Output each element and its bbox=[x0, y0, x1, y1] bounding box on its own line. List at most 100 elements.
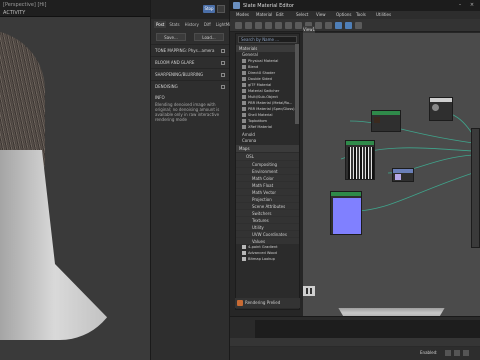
render-settings-panel: Stop Post Stats History Diff LightMix Sa… bbox=[150, 0, 233, 360]
save-button[interactable]: Save... bbox=[156, 33, 186, 41]
normal-map-node[interactable] bbox=[330, 191, 362, 235]
bottom-bar: Enabled: bbox=[230, 347, 480, 360]
checkbox-icon[interactable] bbox=[221, 73, 225, 77]
checkbox-icon[interactable] bbox=[221, 61, 225, 65]
map-group[interactable]: Math Float bbox=[236, 181, 299, 188]
section-denoising[interactable]: DENOISING bbox=[151, 80, 229, 92]
node-view[interactable] bbox=[303, 33, 480, 323]
viewport-3d[interactable]: [Perspective] [Hi] ACTIVITY bbox=[0, 0, 150, 360]
slate-material-editor: Slate Material Editor – × Modes Material… bbox=[230, 0, 480, 360]
status-row: Rendering Prelied bbox=[235, 298, 300, 308]
map-group[interactable]: Math Vector bbox=[236, 188, 299, 195]
category-corona[interactable]: Corona bbox=[236, 138, 299, 144]
timeline-track[interactable] bbox=[255, 320, 480, 338]
material-id-icon[interactable] bbox=[335, 21, 342, 29]
map-group[interactable]: Switchers bbox=[236, 209, 299, 216]
stop-button[interactable]: Stop bbox=[203, 5, 215, 13]
section-bloom-glare[interactable]: BLOOM AND GLARE bbox=[151, 56, 229, 68]
menu-view[interactable]: View bbox=[316, 11, 336, 19]
select-icon[interactable] bbox=[235, 21, 242, 29]
timeline-area: Enabled: bbox=[230, 316, 480, 360]
timeline-scale[interactable] bbox=[230, 338, 480, 346]
layout-children-icon[interactable] bbox=[325, 21, 332, 29]
render-panel-header: Stop bbox=[151, 0, 229, 19]
delete-icon[interactable] bbox=[265, 21, 272, 29]
map-group[interactable]: Projection bbox=[236, 195, 299, 202]
node-header bbox=[430, 98, 452, 102]
material-browser: Search by Name ... Materials General Phy… bbox=[235, 33, 300, 310]
map-group[interactable]: Utility bbox=[236, 223, 299, 230]
list-item[interactable]: Bitmap Lookup bbox=[236, 256, 299, 262]
menu-modes[interactable]: Modes bbox=[236, 11, 256, 19]
menu-edit[interactable]: Edit bbox=[276, 11, 296, 19]
slate-toolbar bbox=[230, 19, 480, 32]
material-node[interactable] bbox=[429, 97, 453, 121]
tab-post[interactable]: Post bbox=[154, 21, 167, 28]
map-group[interactable]: Math Color bbox=[236, 174, 299, 181]
map-group[interactable]: Environment bbox=[236, 167, 299, 174]
map-group[interactable]: Compositing bbox=[236, 160, 299, 167]
tab-diff[interactable]: Diff bbox=[202, 21, 213, 28]
checkbox-icon[interactable] bbox=[221, 85, 225, 89]
browser-scrollbar[interactable] bbox=[295, 44, 299, 124]
normal-map-preview bbox=[333, 198, 361, 234]
pause-button[interactable] bbox=[303, 286, 315, 296]
map-group[interactable]: Scene Attributes bbox=[236, 202, 299, 209]
map-group[interactable]: UVW Coordinates bbox=[236, 230, 299, 237]
move-children-icon[interactable] bbox=[275, 21, 282, 29]
hair-texture-preview bbox=[348, 147, 374, 179]
node-swatch bbox=[374, 117, 380, 123]
info-text: Blending denoised image with original; n… bbox=[155, 102, 220, 122]
section-sharpening[interactable]: SHARPENING/BLURRING bbox=[151, 68, 229, 80]
nav-icon[interactable] bbox=[345, 21, 352, 29]
hide-unused-icon[interactable] bbox=[285, 21, 292, 29]
play-icon[interactable] bbox=[445, 350, 451, 356]
tab-stats[interactable]: Stats bbox=[167, 21, 181, 28]
menu-options[interactable]: Options bbox=[336, 11, 356, 19]
node-header bbox=[393, 169, 413, 173]
pick-material-icon[interactable] bbox=[245, 21, 252, 29]
assign-material-icon[interactable] bbox=[255, 21, 262, 29]
section-tone-mapping[interactable]: TONE MAPPING: Phys...amera bbox=[151, 44, 229, 56]
map-group[interactable]: Values bbox=[236, 237, 299, 244]
material-output-node[interactable] bbox=[471, 128, 480, 248]
info-heading: INFO bbox=[155, 95, 165, 100]
close-icon[interactable]: × bbox=[468, 2, 476, 9]
list-item[interactable]: XRef Material bbox=[236, 124, 299, 130]
viewport-label[interactable]: [Perspective] [Hi] bbox=[3, 2, 47, 8]
viewport-mode-label[interactable]: ACTIVITY bbox=[3, 10, 25, 16]
menu-material[interactable]: Material bbox=[256, 11, 276, 19]
minimize-button[interactable] bbox=[217, 5, 225, 13]
map-node[interactable] bbox=[392, 168, 414, 182]
minimize-icon[interactable]: – bbox=[456, 2, 464, 9]
enabled-label: Enabled: bbox=[420, 350, 438, 355]
tab-history[interactable]: History bbox=[183, 21, 201, 28]
render-panel-tabs: Post Stats History Diff LightMix bbox=[151, 19, 233, 30]
load-button[interactable]: Load... bbox=[194, 33, 224, 41]
category-maps[interactable]: Maps bbox=[236, 145, 299, 152]
app-root: [Perspective] [Hi] ACTIVITY Stop Post St… bbox=[0, 0, 480, 360]
node-header bbox=[372, 111, 400, 115]
bitmap-node[interactable] bbox=[345, 140, 375, 180]
node-header bbox=[346, 141, 374, 145]
material-node[interactable] bbox=[371, 110, 401, 132]
menu-tools[interactable]: Tools bbox=[356, 11, 376, 19]
menu-utilities[interactable]: Utilities bbox=[376, 11, 396, 19]
zoom-icon[interactable] bbox=[463, 350, 469, 356]
window-title: Slate Material Editor bbox=[243, 3, 294, 9]
category-osl[interactable]: OSL bbox=[236, 153, 299, 160]
section-label: BLOOM AND GLARE bbox=[155, 60, 195, 65]
category-materials[interactable]: Materials bbox=[236, 45, 299, 52]
tab-view1[interactable]: View1 bbox=[303, 26, 315, 33]
section-label: DENOISING bbox=[155, 84, 178, 89]
grid-icon[interactable] bbox=[454, 350, 460, 356]
checkbox-icon[interactable] bbox=[221, 49, 225, 53]
search-input[interactable]: Search by Name ... bbox=[238, 36, 297, 43]
node-swatch bbox=[395, 174, 401, 180]
settings-icon[interactable] bbox=[355, 21, 362, 29]
info-box: INFO Blending denoised image with origin… bbox=[151, 92, 229, 125]
map-group[interactable]: Textures bbox=[236, 216, 299, 223]
layout-all-icon[interactable] bbox=[315, 21, 322, 29]
menu-select[interactable]: Select bbox=[296, 11, 316, 19]
show-map-icon[interactable] bbox=[295, 21, 302, 29]
